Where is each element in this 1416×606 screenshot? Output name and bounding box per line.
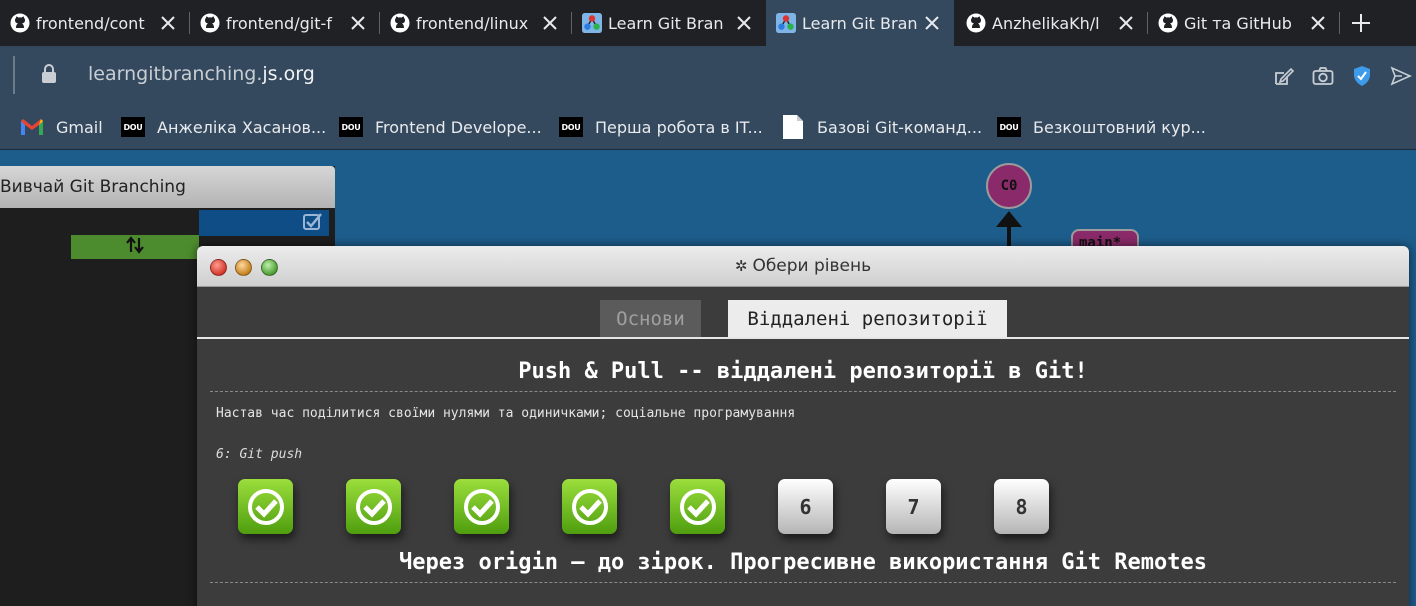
bookmark-document[interactable]: Базові Git-команд...: [781, 114, 982, 140]
close-icon[interactable]: [158, 13, 178, 33]
sequence-title: Через origin – до зірок. Прогресивне вик…: [210, 550, 1396, 583]
browser-tab-active[interactable]: Learn Git Bran: [766, 0, 954, 46]
command-row-active[interactable]: [71, 235, 199, 259]
arrow-head: [996, 211, 1022, 227]
document-icon: [781, 115, 805, 139]
browser-tab[interactable]: frontend/linux: [380, 0, 572, 46]
bookmark-dou[interactable]: DOU Безкоштовний кур...: [997, 114, 1206, 140]
tab-remote[interactable]: Віддалені репозиторії: [728, 300, 1007, 337]
level-button[interactable]: 7: [886, 479, 941, 534]
bookmarks-bar: Gmail DOU Анжеліка Хасанов... DOU Fronte…: [0, 104, 1416, 150]
swap-arrows-icon: [125, 235, 145, 259]
dialog-content: Push & Pull -- віддалені репозиторії в G…: [197, 359, 1409, 583]
bookmark-gmail[interactable]: Gmail: [20, 114, 103, 140]
tab-title: frontend/git-f: [226, 13, 332, 33]
url-prefix: learngitbranching.: [88, 63, 263, 85]
tab-title: frontend/linux: [416, 13, 529, 33]
shield-icon[interactable]: [1350, 64, 1374, 88]
url-field[interactable]: learngitbranching.js.org: [88, 63, 315, 85]
edit-icon[interactable]: [1272, 64, 1296, 88]
bookmark-label: Frontend Develope...: [375, 117, 542, 137]
dou-icon: DOU: [559, 117, 583, 137]
level-buttons: 6 7 8: [210, 462, 1396, 552]
tab-title: Git та GitHub: [1184, 13, 1292, 33]
check-circle-icon: [679, 488, 716, 525]
dialog-title: Обери рівень: [752, 256, 872, 276]
maximize-window-button[interactable]: [261, 259, 278, 276]
browser-tab[interactable]: frontend/cont: [0, 0, 190, 46]
gear-icon: ✲: [734, 257, 748, 275]
dialog-titlebar: ✲ Обери рівень: [197, 246, 1409, 287]
send-icon[interactable]: [1389, 64, 1413, 88]
github-icon: [1158, 13, 1178, 33]
learngit-icon: [582, 13, 602, 33]
check-circle-icon: [355, 488, 392, 525]
close-icon[interactable]: [922, 13, 942, 33]
github-icon: [390, 13, 410, 33]
check-circle-icon: [571, 488, 608, 525]
level-button-completed[interactable]: [670, 479, 725, 534]
sequence-description: Настав час поділитися своїми нулями та о…: [216, 406, 796, 421]
tab-title: frontend/cont: [36, 13, 145, 33]
sequence-title: Push & Pull -- віддалені репозиторії в G…: [210, 359, 1396, 392]
bookmark-label: Базові Git-команд...: [817, 117, 983, 137]
github-icon: [966, 13, 986, 33]
bookmark-dou[interactable]: DOU Анжеліка Хасанов...: [121, 114, 326, 140]
check-circle-icon: [247, 488, 284, 525]
bookmark-label: Перша робота в IT...: [595, 117, 763, 137]
tab-title: Learn Git Bran: [802, 13, 918, 33]
level-button-completed[interactable]: [346, 479, 401, 534]
panel-title: Вивчай Git Branching: [0, 166, 335, 208]
close-icon[interactable]: [348, 13, 368, 33]
level-button-completed[interactable]: [454, 479, 509, 534]
close-window-button[interactable]: [210, 259, 227, 276]
close-icon[interactable]: [734, 13, 754, 33]
github-icon: [200, 13, 220, 33]
page-viewport: Вивчай Git Branching C0 main* ✲ Обери рі…: [0, 151, 1416, 606]
commit-node: C0: [986, 163, 1032, 209]
browser-tab[interactable]: AnzhelikaKh/l: [956, 0, 1148, 46]
level-tabs: Основи Віддалені репозиторії: [197, 287, 1409, 339]
address-bar: learngitbranching.js.org: [0, 46, 1416, 104]
browser-tab[interactable]: Git та GitHub: [1148, 0, 1340, 46]
level-button[interactable]: 8: [994, 479, 1049, 534]
selected-level-label: 6: Git push: [216, 447, 303, 462]
toolbar-divider: [13, 56, 15, 94]
browser-tab[interactable]: frontend/git-f: [190, 0, 380, 46]
level-button-completed[interactable]: [562, 479, 617, 534]
tab-title: AnzhelikaKh/l: [992, 13, 1100, 33]
check-circle-icon: [463, 488, 500, 525]
dou-icon: DOU: [339, 117, 363, 137]
url-domain: js.org: [262, 63, 315, 85]
gmail-icon: [20, 117, 44, 137]
level-button[interactable]: 6: [778, 479, 833, 534]
close-icon[interactable]: [1116, 13, 1136, 33]
browser-tab[interactable]: Learn Git Bran: [572, 0, 766, 46]
lock-icon[interactable]: [40, 63, 58, 89]
checkbox-icon: [303, 213, 323, 235]
dou-icon: DOU: [997, 117, 1021, 137]
close-icon[interactable]: [540, 13, 560, 33]
learngit-icon: [776, 13, 796, 33]
close-icon[interactable]: [1308, 13, 1328, 33]
minimize-window-button[interactable]: [235, 259, 252, 276]
new-tab-icon[interactable]: [1348, 10, 1374, 36]
dou-icon: DOU: [121, 117, 145, 137]
tab-basics[interactable]: Основи: [600, 300, 701, 337]
bookmark-dou[interactable]: DOU Перша робота в IT...: [559, 114, 763, 140]
bookmark-label: Анжеліка Хасанов...: [157, 117, 327, 137]
bookmark-label: Безкоштовний кур...: [1033, 117, 1206, 137]
tab-title: Learn Git Bran: [608, 13, 724, 33]
command-row[interactable]: [199, 210, 329, 236]
level-button-completed[interactable]: [238, 479, 293, 534]
browser-tab-strip: frontend/cont frontend/git-f frontend/li…: [0, 0, 1416, 46]
camera-icon[interactable]: [1311, 64, 1335, 88]
level-select-dialog: ✲ Обери рівень Основи Віддалені репозито…: [197, 246, 1409, 606]
bookmark-dou[interactable]: DOU Frontend Develope...: [339, 114, 542, 140]
bookmark-label: Gmail: [56, 117, 103, 137]
github-icon: [10, 13, 30, 33]
